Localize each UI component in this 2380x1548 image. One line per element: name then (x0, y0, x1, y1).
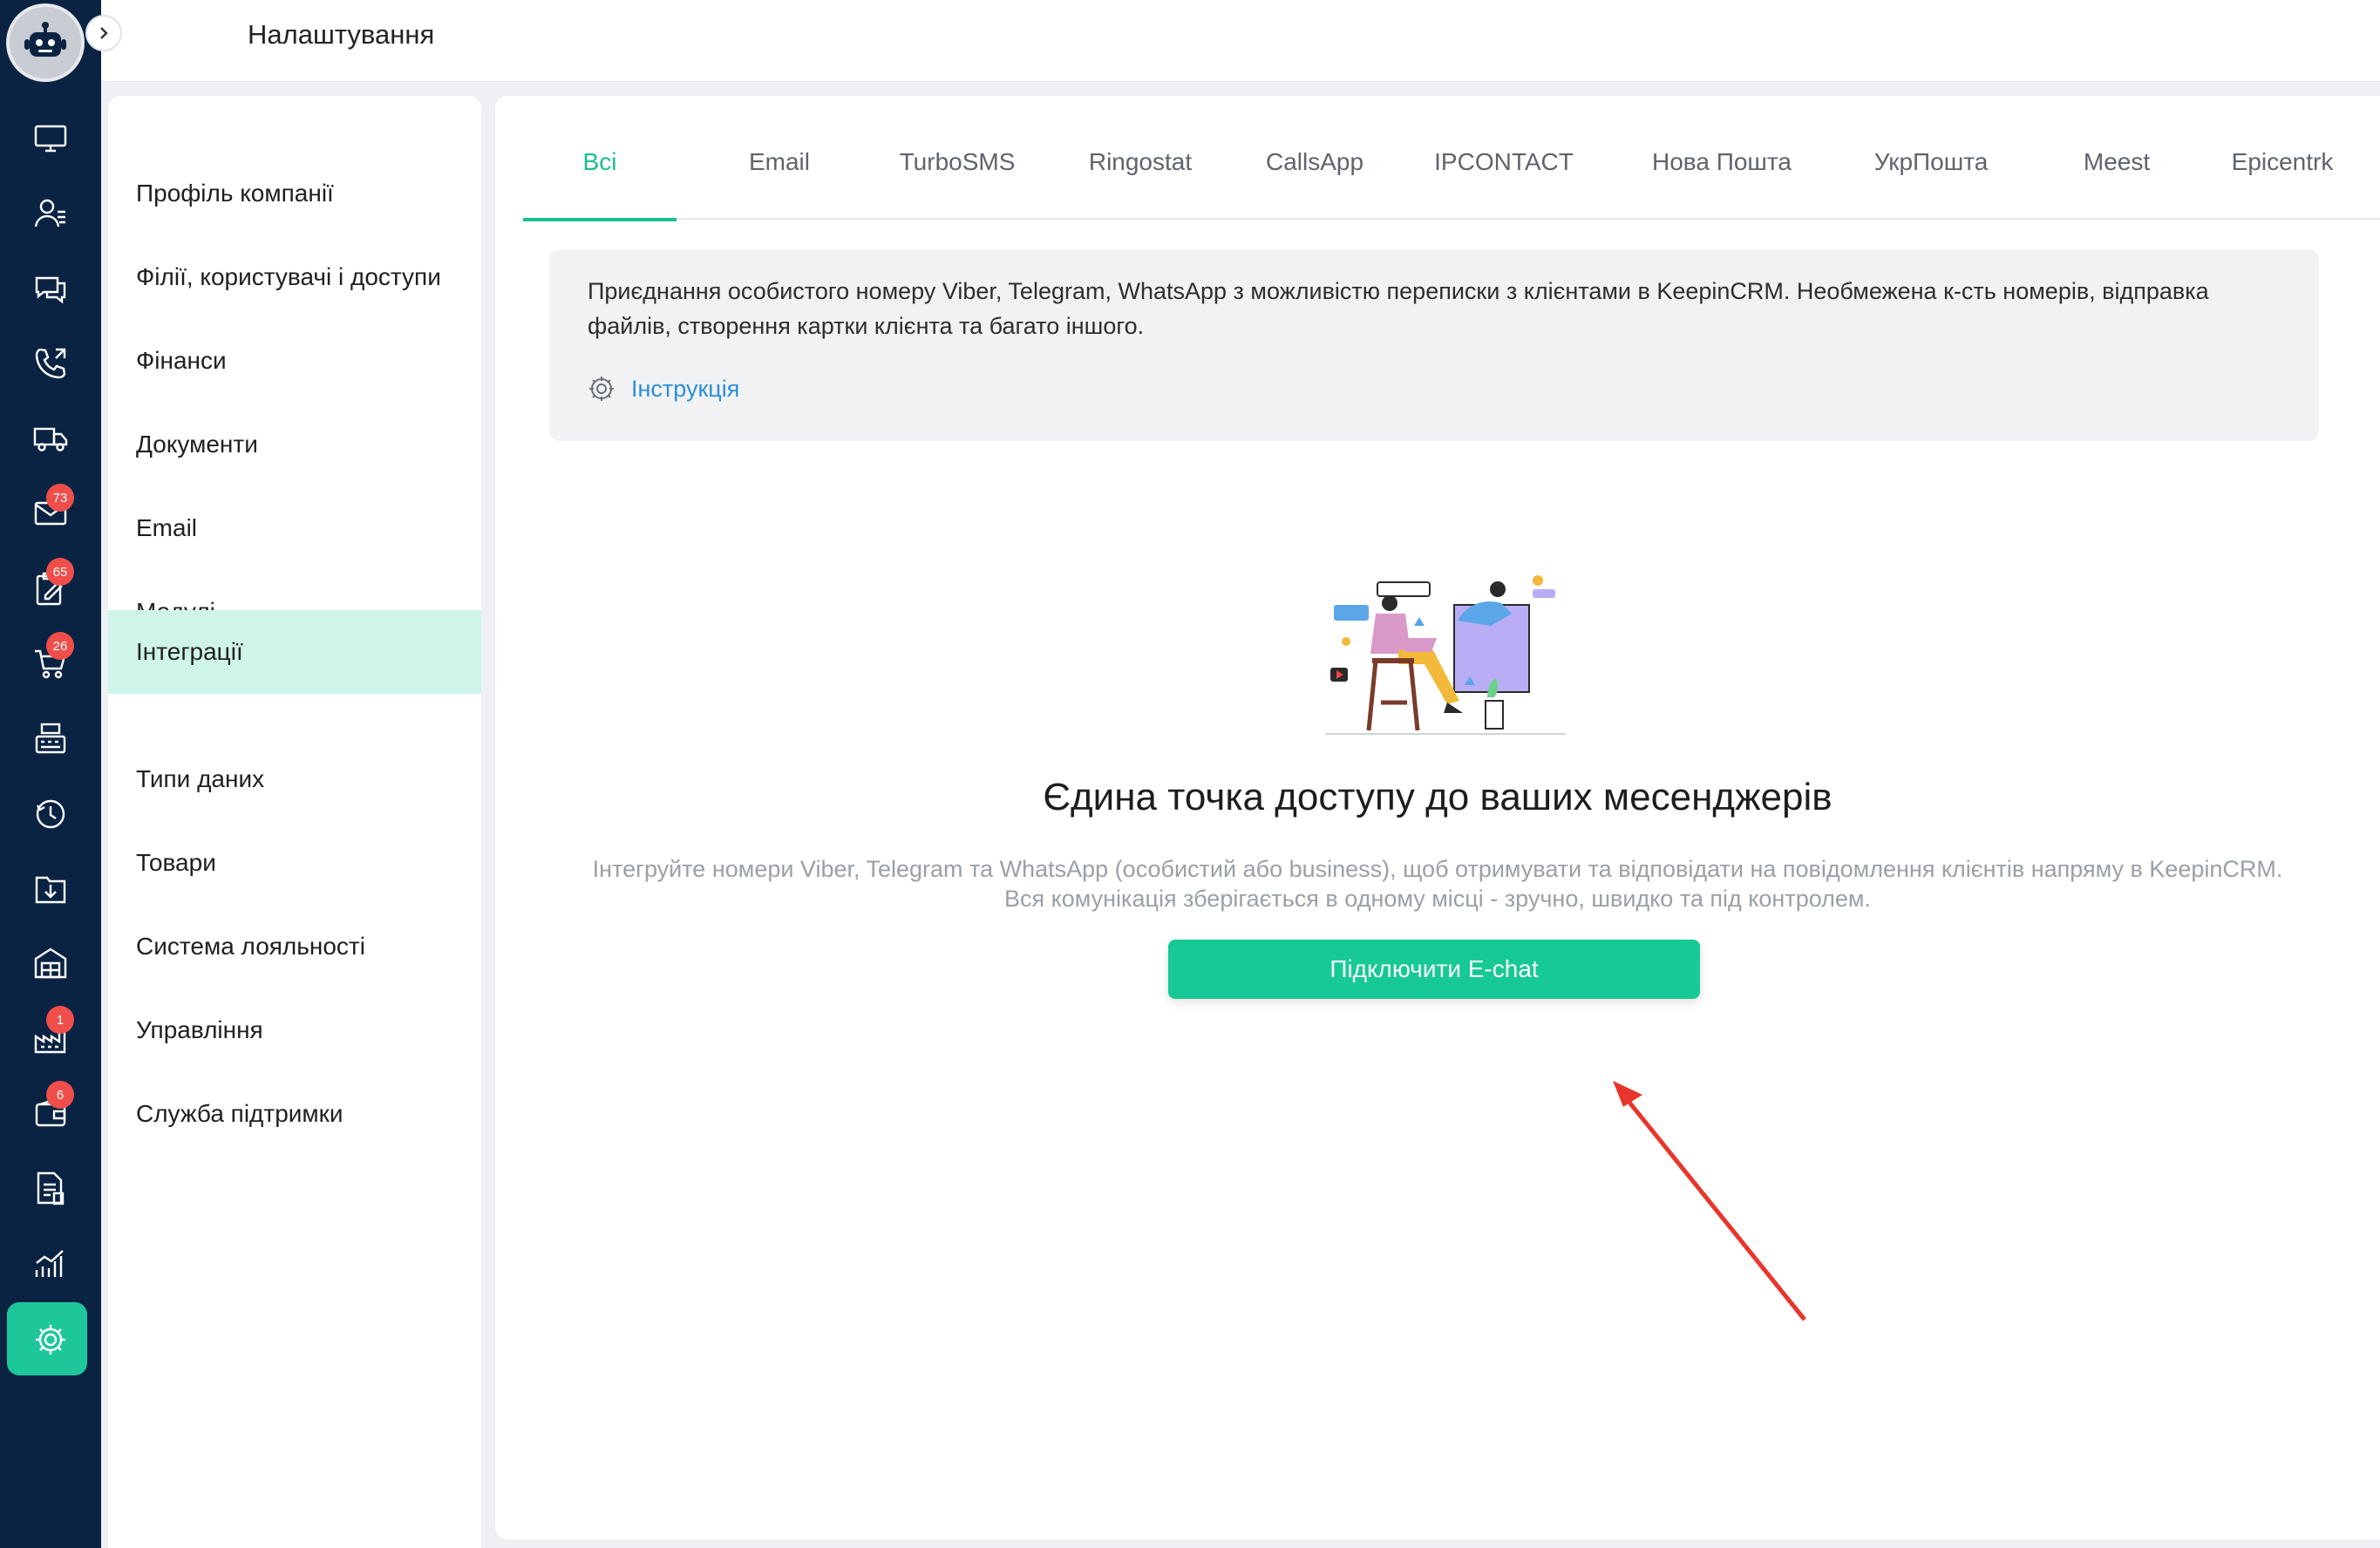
top-header: Налаштування 8 (101, 0, 2380, 82)
settings-menu: Профіль компанії Філії, користувачі і до… (108, 96, 481, 1548)
tab-all[interactable]: Всі (523, 148, 677, 221)
active-tab-indicator (523, 218, 677, 221)
warehouse-icon[interactable] (0, 926, 101, 1001)
settings-gear-icon[interactable] (0, 1302, 101, 1377)
tab-nova-poshta[interactable]: Нова Пошта (1613, 148, 1831, 220)
info-text: Приєднання особистого номеру Viber, Tele… (588, 278, 2209, 339)
instruction-link-label[interactable]: Інструкція (631, 376, 739, 403)
import-download-icon[interactable] (0, 851, 101, 926)
calls-icon[interactable] (0, 326, 101, 401)
dashboard-icon[interactable] (0, 101, 101, 176)
menu-item-data-types[interactable]: Типи даних (108, 737, 481, 821)
integration-tabs: Всі Email TurboSMS Ringostat CallsApp IP… (523, 96, 2380, 221)
menu-item-support[interactable]: Служба підтримки (108, 1072, 481, 1156)
documents-icon[interactable] (0, 1151, 101, 1226)
connect-echat-button[interactable]: Підключити E-chat (1168, 940, 1700, 999)
tab-ipcontact[interactable]: IPCONTACT (1404, 148, 1604, 220)
tab-ringostat[interactable]: Ringostat (1055, 148, 1226, 220)
analytics-chart-icon[interactable] (0, 1226, 101, 1300)
tab-email[interactable]: Email (711, 148, 847, 220)
clients-icon[interactable] (0, 176, 101, 251)
menu-item-company-profile[interactable]: Профіль компанії (108, 152, 481, 235)
tab-label: Всі (582, 148, 617, 175)
robot-logo-icon[interactable] (6, 3, 85, 82)
chat-icon[interactable] (0, 251, 101, 326)
info-box: Приєднання особистого номеру Viber, Tele… (549, 249, 2319, 441)
tab-meest[interactable]: Meest (2040, 148, 2193, 220)
mail-badge: 73 (46, 484, 74, 512)
delivery-truck-icon[interactable] (0, 401, 101, 476)
production-badge: 1 (46, 1006, 74, 1034)
wallet-badge: 6 (46, 1081, 74, 1109)
tasks-badge: 65 (46, 558, 74, 586)
integrations-panel: Всі Email TurboSMS Ringostat CallsApp IP… (495, 96, 2380, 1539)
chevron-right-icon (100, 27, 108, 39)
messenger-illustration (1325, 575, 1566, 735)
promo-headline: Єдина точка доступу до ваших месенджерів (1043, 776, 1833, 818)
menu-item-branches-users[interactable]: Філії, користувачі і доступи (108, 235, 481, 319)
gear-icon (589, 377, 614, 401)
instruction-link[interactable]: Інструкція (588, 375, 739, 403)
menu-item-email[interactable]: Email (108, 486, 481, 570)
history-clock-icon[interactable] (0, 776, 101, 851)
menu-item-loyalty[interactable]: Система лояльності (108, 905, 481, 988)
menu-item-management[interactable]: Управління (108, 988, 481, 1072)
menu-item-finance[interactable]: Фінанси (108, 319, 481, 403)
menu-item-products[interactable]: Товари (108, 821, 481, 905)
promo-description-line: Вся комунікація зберігається в одному мі… (1004, 886, 1871, 912)
orders-badge: 26 (46, 632, 74, 660)
cash-register-icon[interactable] (0, 701, 101, 776)
promo-description-line: Інтегруйте номери Viber, Telegram та Wha… (592, 856, 2283, 882)
tab-ukrposhta[interactable]: УкрПошта (1831, 148, 2031, 220)
menu-item-documents[interactable]: Документи (108, 403, 481, 486)
sidebar-collapse-button[interactable] (85, 15, 122, 51)
menu-item-integrations[interactable]: Інтеграції (108, 610, 481, 694)
tab-turbosms[interactable]: TurboSMS (872, 148, 1043, 220)
page-title: Налаштування (248, 19, 435, 50)
tab-callsapp[interactable]: CallsApp (1229, 148, 1400, 220)
icon-rail: 73 65 26 1 6 (0, 0, 101, 1548)
promo-description: Інтегруйте номери Viber, Telegram та Wha… (565, 854, 2310, 913)
tab-epicentrk[interactable]: Epicentrk (2197, 148, 2368, 220)
